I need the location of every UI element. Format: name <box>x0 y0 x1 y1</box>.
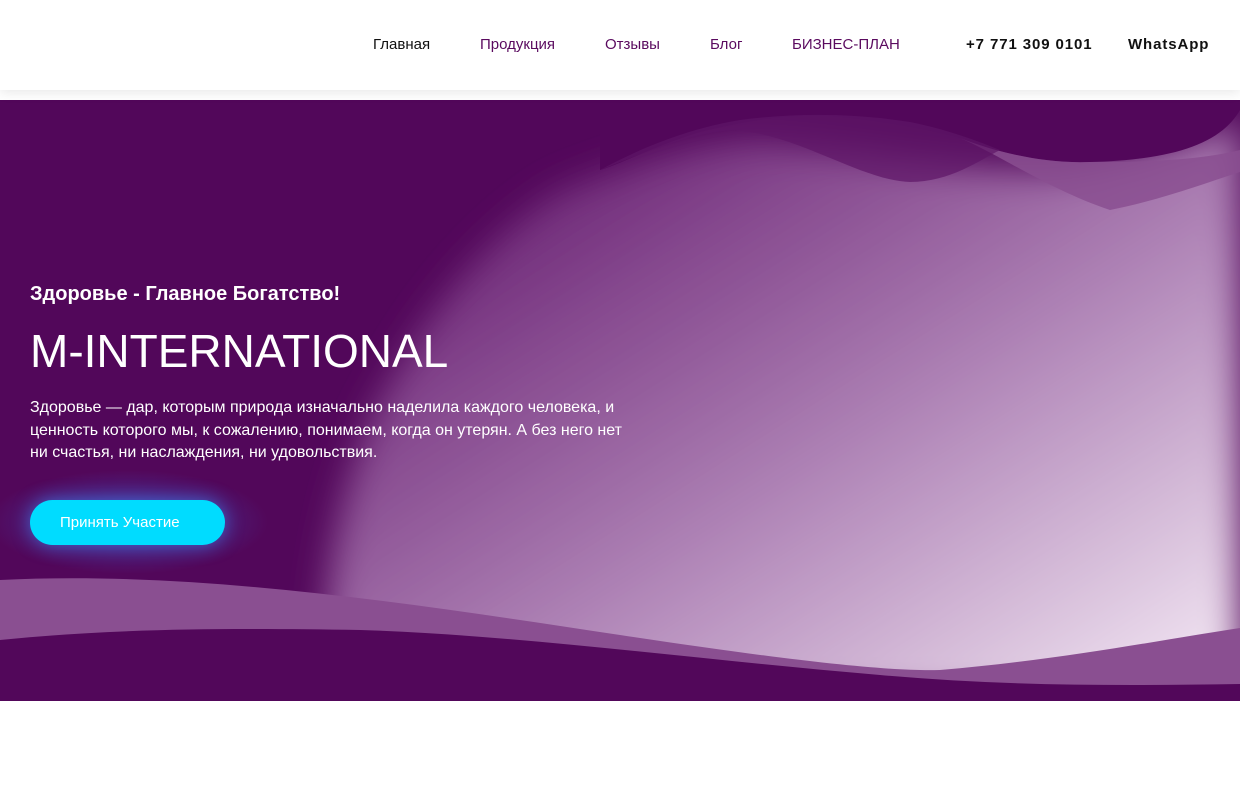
hero-tagline: Здоровье - Главное Богатство! <box>30 283 341 305</box>
participate-button[interactable]: Принять Участие <box>30 500 225 545</box>
site-header: Главная Продукция Отзывы Блог БИЗНЕС-ПЛА… <box>0 0 1240 90</box>
nav-link-business-plan[interactable]: БИЗНЕС-ПЛАН <box>792 36 900 54</box>
hero-section: Здоровье - Главное Богатство! M-INTERNAT… <box>0 100 1240 701</box>
whatsapp-link[interactable]: WhatsApp <box>1128 36 1209 54</box>
nav-link-home[interactable]: Главная <box>373 36 430 54</box>
nav-link-products[interactable]: Продукция <box>480 36 555 54</box>
nav-link-blog[interactable]: Блог <box>710 36 742 54</box>
phone-link[interactable]: +7 771 309 0101 <box>966 36 1093 54</box>
hero-title: M-INTERNATIONAL <box>30 325 449 377</box>
hero-description: Здоровье — дар, которым природа изначаль… <box>30 399 622 461</box>
nav-link-reviews[interactable]: Отзывы <box>605 36 660 54</box>
